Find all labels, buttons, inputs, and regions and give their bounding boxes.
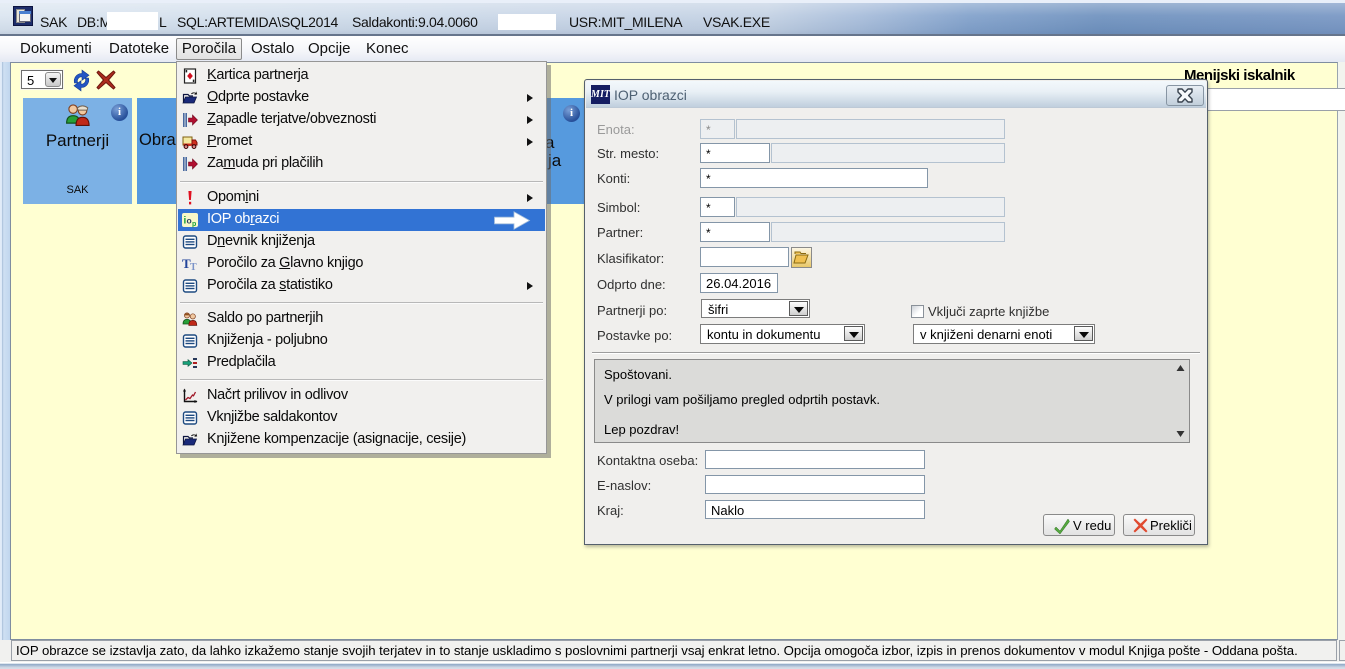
svg-text:p: p xyxy=(192,221,196,228)
svg-text:T: T xyxy=(190,262,197,272)
svg-text:o: o xyxy=(187,216,192,226)
